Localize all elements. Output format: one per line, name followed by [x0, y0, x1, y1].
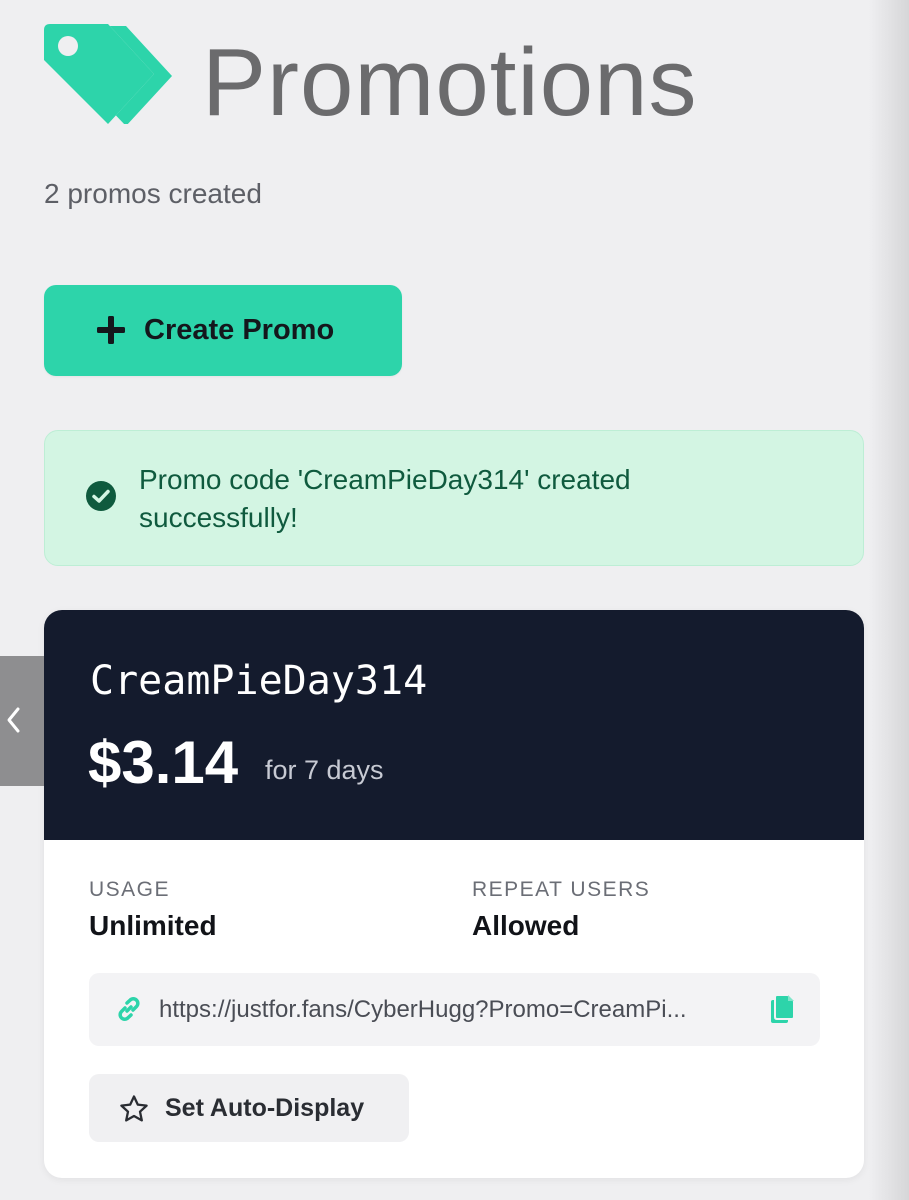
success-message: Promo code 'CreamPieDay314' created succ…: [139, 464, 631, 533]
promo-link-url: https://justfor.fans/CyberHugg?Promo=Cre…: [159, 996, 687, 1023]
check-circle-icon: [86, 481, 116, 511]
right-edge-shade: [869, 0, 909, 1200]
repeat-users-label: REPEAT USERS: [472, 878, 651, 901]
promo-card-header: CreamPieDay314 $3.14 for 7 days: [44, 610, 864, 840]
promo-duration: for 7 days: [265, 755, 384, 785]
page-title: Promotions: [202, 29, 698, 136]
set-auto-display-label: Set Auto-Display: [165, 1094, 365, 1122]
page-header: Promotions: [44, 20, 864, 136]
repeat-users-value: Allowed: [472, 910, 580, 941]
promo-price: $3.14: [88, 729, 239, 796]
create-promo-button[interactable]: Create Promo: [44, 285, 402, 376]
usage-value: Unlimited: [89, 910, 217, 941]
set-auto-display-button[interactable]: Set Auto-Display: [89, 1074, 409, 1142]
promo-count: 2 promos created: [44, 178, 262, 209]
star-icon: [120, 1095, 148, 1122]
promo-code: CreamPieDay314: [90, 658, 428, 704]
usage-label: USAGE: [89, 878, 171, 901]
plus-icon: [97, 316, 125, 344]
chevron-left-icon: [7, 707, 20, 733]
success-alert: Promo code 'CreamPieDay314' created succ…: [44, 430, 864, 566]
side-collapse-tab[interactable]: [0, 656, 44, 786]
copy-icon[interactable]: [769, 993, 797, 1025]
create-promo-label: Create Promo: [144, 314, 335, 346]
promo-card: CreamPieDay314 $3.14 for 7 days USAGE Un…: [44, 610, 864, 1178]
link-icon: [118, 997, 140, 1021]
promo-link-box[interactable]: https://justfor.fans/CyberHugg?Promo=Cre…: [89, 973, 820, 1046]
price-tags-icon: [44, 24, 172, 124]
